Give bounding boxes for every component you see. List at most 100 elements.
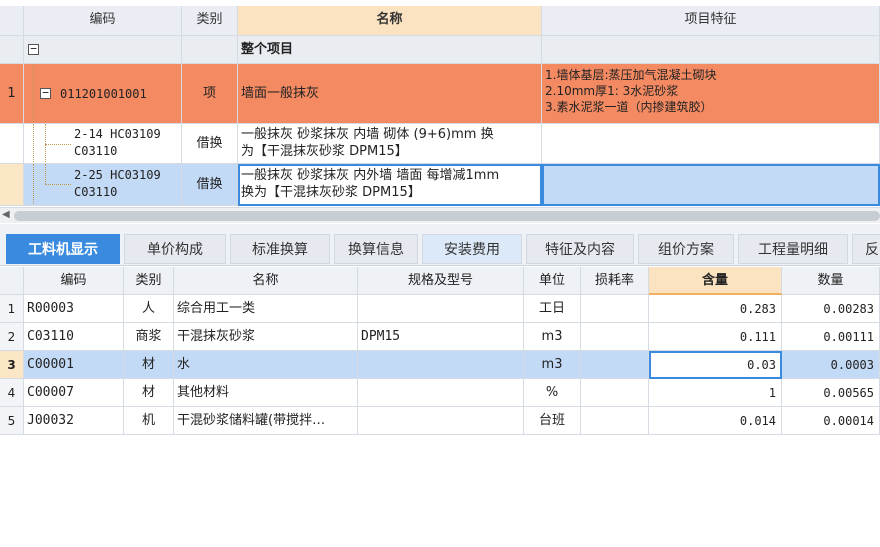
feature-cell: 1.墙体基层:蒸压加气混凝土砌块 2.10mm厚1: 3水泥砂浆 3.素水泥浆一… [542,64,880,124]
column-header-type[interactable]: 类别 [182,6,238,36]
tree-line [45,144,71,145]
name-line: 为【干混抹灰砂浆 DPM15】 [241,144,408,159]
column-header-type[interactable]: 类别 [124,267,174,295]
collapse-icon[interactable]: − [28,43,39,55]
tab-standard-conversion[interactable]: 标准换算 [230,234,330,264]
tab-installation-fee[interactable]: 安装费用 [422,234,522,264]
column-header-name[interactable]: 名称 [174,267,358,295]
loss-cell [581,407,649,435]
tab-features-content[interactable]: 特征及内容 [526,234,634,264]
type-cell: 借换 [182,124,238,164]
column-header-feature[interactable]: 项目特征 [542,6,880,36]
name-cell: 水 [174,351,358,379]
code-cell: 2-14 HC03109 C03110 [24,124,182,164]
name-line: 换为【干混抹灰砂浆 DPM15】 [241,185,421,200]
tab-labor-material-machine[interactable]: 工料机显示 [6,234,120,264]
spec-cell [358,407,524,435]
tree-line [45,184,71,185]
column-header-unit[interactable]: 单位 [524,267,581,295]
row-number: 4 [0,379,24,407]
type-cell: 机 [124,407,174,435]
tab-quantity-details[interactable]: 工程量明细 [738,234,848,264]
row-number-header [0,6,24,36]
column-header-code[interactable]: 编码 [24,6,182,36]
spec-cell [358,351,524,379]
row-number [0,36,24,64]
quantity-cell: 0.00111 [782,323,880,351]
name-cell: 墙面一般抹灰 [238,64,542,124]
name-cell: 综合用工一类 [174,295,358,323]
row-number: 2 [0,323,24,351]
tree-line [33,164,34,205]
column-header-quantity[interactable]: 数量 [782,267,880,295]
quantity-cell: 0.00014 [782,407,880,435]
horizontal-scrollbar[interactable]: ◀ [0,207,880,223]
code-cell: − [24,36,182,64]
name-cell: 一般抹灰 砂浆抹灰 内墙 砌体 (9+6)mm 换 为【干混抹灰砂浆 DPM15… [238,124,542,164]
tab-pricing-scheme[interactable]: 组价方案 [638,234,734,264]
feature-line: 2.10mm厚1: 3水泥砂浆 [545,84,679,98]
row-number: 3 [0,351,24,379]
name-cell: 整个项目 [238,36,542,64]
detail-tabs: 工料机显示 单价构成 标准换算 换算信息 安装费用 特征及内容 组价方案 工程量… [0,224,880,266]
unit-cell: 工日 [524,295,581,323]
sub-item-code: 2-25 HC03109 C03110 [74,167,161,201]
name-cell-editing[interactable]: 一般抹灰 砂浆抹灰 内外墙 墙面 每增减1mm 换为【干混抹灰砂浆 DPM15】 [238,164,542,206]
column-header-loss-rate[interactable]: 损耗率 [581,267,649,295]
content-cell[interactable]: 0.111 [649,323,782,351]
code-line: C03110 [74,185,118,199]
column-header-name[interactable]: 名称 [238,6,542,36]
type-cell: 项 [182,64,238,124]
content-cell[interactable]: 0.014 [649,407,782,435]
column-header-content[interactable]: 含量 [649,267,782,295]
type-cell: 商浆 [124,323,174,351]
content-cell-editing[interactable]: 0.03 [649,351,782,379]
type-cell: 材 [124,351,174,379]
unit-cell: m3 [524,323,581,351]
collapse-icon[interactable]: − [40,87,51,99]
code-cell: C03110 [24,323,124,351]
scroll-left-icon[interactable]: ◀ [2,209,10,220]
column-header-code[interactable]: 编码 [24,267,124,295]
name-cell: 干混砂浆储料罐(带搅拌… [174,407,358,435]
item-grid: 编码 类别 名称 项目特征 − 整个项目 1 − 011201001001 项 … [0,0,880,206]
unit-cell: 台班 [524,407,581,435]
resource-grid: 编码 类别 名称 规格及型号 单位 损耗率 含量 数量 1 R00003 人 综… [0,267,880,547]
scrollbar-thumb[interactable] [14,211,880,221]
tab-conversion-info[interactable]: 换算信息 [334,234,418,264]
code-cell: J00032 [24,407,124,435]
quantity-cell: 0.00283 [782,295,880,323]
row-number: 1 [0,64,24,124]
type-cell: 借换 [182,164,238,206]
column-header-spec[interactable]: 规格及型号 [358,267,524,295]
code-line: 2-25 HC03109 [74,168,161,182]
row-number-header [0,267,24,295]
row-number: 5 [0,407,24,435]
name-cell: 干混抹灰砂浆 [174,323,358,351]
code-cell: R00003 [24,295,124,323]
tab-unit-price[interactable]: 单价构成 [124,234,226,264]
loss-cell [581,379,649,407]
quantity-cell: 0.00565 [782,379,880,407]
row-number: 1 [0,295,24,323]
tree-line [33,124,34,163]
row-number [0,164,24,206]
sub-item-code: 2-14 HC03109 C03110 [74,126,161,160]
unit-cell: % [524,379,581,407]
code-cell: − 011201001001 [24,64,182,124]
content-cell[interactable]: 0.283 [649,295,782,323]
tab-more[interactable]: 反 [852,234,880,264]
type-cell: 人 [124,295,174,323]
type-cell [182,36,238,64]
spec-cell [358,295,524,323]
feature-cell [542,164,880,206]
feature-line: 3.素水泥浆一道（内掺建筑胶） [545,100,713,114]
code-cell: 2-25 HC03109 C03110 [24,164,182,206]
code-line: C03110 [74,144,118,158]
spec-cell: DPM15 [358,323,524,351]
quantity-cell: 0.0003 [782,351,880,379]
loss-cell [581,295,649,323]
content-cell[interactable]: 1 [649,379,782,407]
item-code: 011201001001 [60,87,147,101]
tree-line [33,64,34,123]
